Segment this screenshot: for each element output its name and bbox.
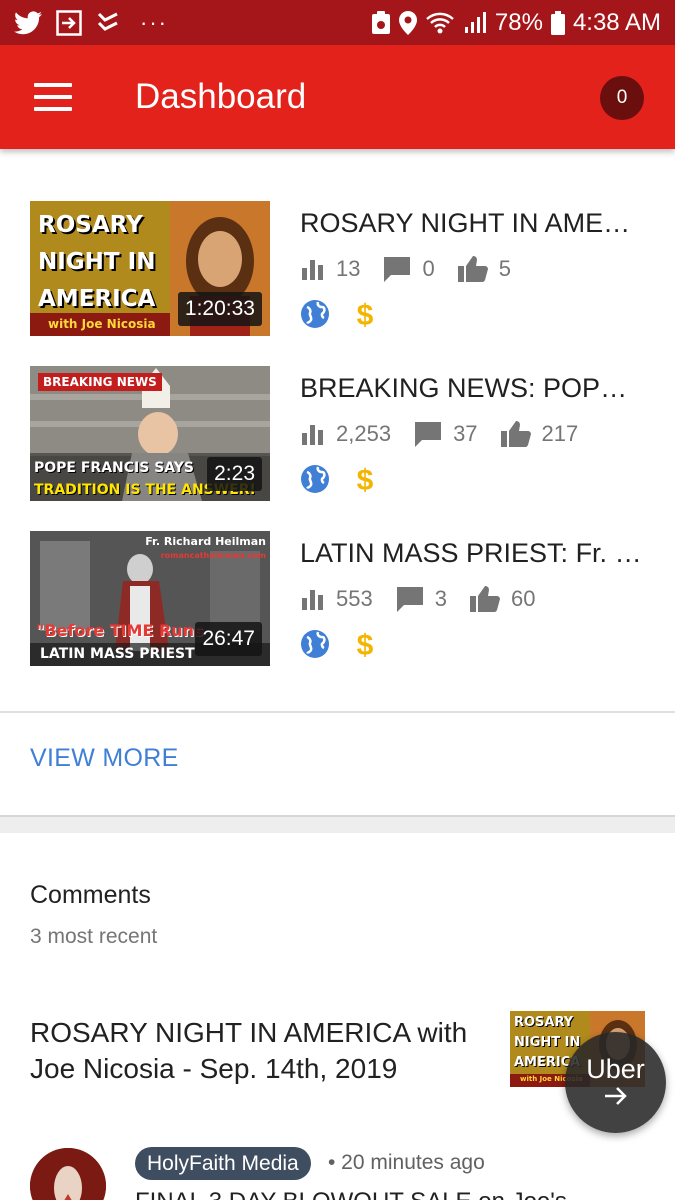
video-duration: 26:47 — [195, 622, 262, 656]
app-bar: Dashboard 0 — [0, 45, 675, 149]
thumbnail-line: ROSARY — [514, 1015, 574, 1030]
svg-text:$: $ — [357, 629, 374, 660]
thumbnail-line: POPE FRANCIS SAYS — [34, 460, 194, 476]
video-thumbnail[interactable]: Fr. Richard Heilman romancatholicman.com… — [30, 531, 270, 666]
video-thumbnail[interactable]: ROSARY NIGHT IN AMERICA with Joe Nicosia… — [30, 201, 270, 336]
video-info: ROSARY NIGHT IN AMERICA with Joe Nicosia… — [300, 201, 650, 330]
uber-label: Uber — [586, 1054, 645, 1084]
views-count: 13 — [336, 256, 361, 281]
video-duration: 2:23 — [207, 457, 262, 491]
avatar[interactable] — [30, 1148, 106, 1200]
battery-percent: 78% — [494, 8, 543, 36]
thumbnail-line: AMERICA — [38, 286, 156, 312]
comments-stat: 37 — [413, 420, 478, 448]
thumbs-up-icon — [469, 586, 500, 612]
thumbnail-name: Fr. Richard Heilman — [145, 535, 266, 548]
views-count: 553 — [336, 586, 373, 611]
signal-icon — [463, 11, 487, 35]
wifi-icon — [425, 11, 455, 35]
forward-box-icon — [56, 9, 82, 36]
thumbnail-badge: BREAKING NEWS — [38, 373, 162, 391]
thumbnail-line: ROSARY — [38, 212, 143, 238]
status-bar: ··· 78% 4:38 AM — [0, 0, 675, 45]
video-info: BREAKING NEWS: POPE FRANCIS SAYS TRADITI… — [300, 366, 650, 495]
views-stat: 553 — [300, 586, 373, 612]
video-stats: 13 0 5 — [300, 254, 650, 284]
checklist-icon — [96, 11, 120, 35]
clock: 4:38 AM — [572, 8, 661, 36]
video-title[interactable]: LATIN MASS PRIEST: Fr. Richard Heilman — [300, 536, 645, 570]
video-title[interactable]: ROSARY NIGHT IN AMERICA with Joe Nicosia… — [300, 206, 645, 240]
comments-subheading: 3 most recent — [30, 925, 158, 948]
comment-text: FINAL 3 DAY BLOWOUT SALE on Joe's — [135, 1188, 567, 1200]
bar-chart-icon — [302, 260, 323, 280]
dollar-icon: $ — [357, 464, 374, 495]
thumbnail-line: "Before TIME Runs — [36, 621, 204, 640]
likes-count: 5 — [498, 256, 511, 281]
bar-chart-icon — [302, 590, 323, 610]
video-stats: 2,253 37 217 — [300, 419, 650, 449]
video-flags: $ — [300, 628, 650, 660]
video-stats: 553 3 60 — [300, 584, 650, 614]
divider — [0, 711, 675, 713]
comment-icon — [415, 422, 442, 447]
dollar-icon: $ — [357, 299, 374, 330]
bar-chart-icon — [302, 425, 323, 445]
clipboard-icon — [371, 10, 391, 35]
comments-count: 3 — [434, 586, 447, 611]
battery-icon — [550, 10, 565, 35]
views-count: 2,253 — [336, 421, 392, 446]
likes-count: 217 — [541, 421, 579, 446]
video-duration: 1:20:33 — [177, 292, 262, 326]
comments-count: 37 — [453, 421, 478, 446]
likes-stat: 217 — [500, 420, 579, 448]
channel-name-chip[interactable]: HolyFaith Media — [135, 1147, 311, 1180]
likes-stat: 60 — [469, 585, 535, 613]
globe-icon — [301, 630, 329, 658]
views-stat: 2,253 — [300, 421, 391, 447]
twitter-icon — [14, 10, 42, 35]
thumbnail-subtitle: with Joe Nicosia — [48, 317, 156, 331]
video-thumbnail[interactable]: BREAKING NEWS POPE FRANCIS SAYS TRADITIO… — [30, 366, 270, 501]
uber-floating-button[interactable]: Uber — [565, 1032, 666, 1133]
svg-text:$: $ — [357, 464, 374, 495]
comments-heading: Comments — [30, 881, 151, 909]
video-title[interactable]: BREAKING NEWS: POPE FRANCIS SAYS TRADITI… — [300, 371, 645, 405]
status-overflow: ··· — [140, 9, 168, 35]
comments-count: 0 — [422, 256, 435, 281]
comment-icon — [396, 587, 423, 612]
likes-count: 60 — [510, 586, 536, 611]
video-flags: $ — [300, 298, 650, 330]
thumbnail-line: LATIN MASS PRIEST — [40, 646, 195, 662]
thumbnail-line: NIGHT IN — [38, 249, 156, 275]
video-info: LATIN MASS PRIEST: Fr. Richard Heilman 5… — [300, 531, 650, 660]
thumbnail-line: NIGHT IN — [514, 1035, 581, 1050]
thumbnail-site: romancatholicman.com — [160, 551, 266, 560]
section-separator — [0, 815, 675, 833]
notification-badge[interactable]: 0 — [600, 76, 644, 120]
globe-icon — [301, 465, 329, 493]
video-row[interactable]: ROSARY NIGHT IN AMERICA with Joe Nicosia… — [0, 201, 675, 337]
likes-stat: 5 — [457, 255, 511, 283]
views-stat: 13 — [300, 256, 360, 282]
comments-stat: 3 — [395, 585, 447, 613]
globe-icon — [301, 300, 329, 328]
video-flags: $ — [300, 463, 650, 495]
view-more-button[interactable]: VIEW MORE — [30, 744, 179, 773]
comment-icon — [384, 257, 411, 282]
page-title: Dashboard — [135, 77, 307, 116]
video-row[interactable]: Fr. Richard Heilman romancatholicman.com… — [0, 531, 675, 667]
comments-stat: 0 — [382, 255, 435, 283]
menu-icon[interactable] — [34, 83, 72, 111]
location-icon — [398, 10, 417, 35]
arrow-right-icon — [604, 1087, 627, 1105]
comment-timestamp: • 20 minutes ago — [328, 1151, 485, 1174]
thumbs-up-icon — [457, 256, 488, 282]
dollar-icon: $ — [357, 629, 374, 660]
video-row[interactable]: BREAKING NEWS POPE FRANCIS SAYS TRADITIO… — [0, 366, 675, 502]
thumbs-up-icon — [500, 421, 531, 447]
comment-video-title[interactable]: ROSARY NIGHT IN AMERICA with Joe Nicosia… — [30, 1015, 500, 1087]
svg-text:$: $ — [357, 299, 374, 330]
